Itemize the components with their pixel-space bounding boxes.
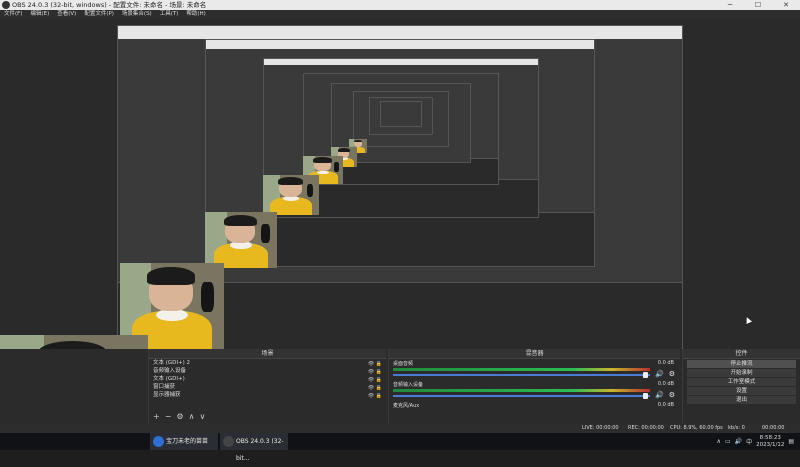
clock[interactable]: 8:58:23 2023/1/12 (756, 435, 784, 449)
mixer-panel-title: 混音器 (389, 349, 680, 359)
scenes-toolbar: + − ⚙ ∧ ∨ (153, 412, 205, 421)
controls-panel-title: 控件 (683, 349, 800, 359)
studio-mode-button[interactable]: 工作室模式 (687, 378, 796, 386)
list-item[interactable]: 文本 (GDI+) 👁 🔒 (149, 375, 386, 383)
exit-button[interactable]: 退出 (687, 396, 796, 404)
menu-file[interactable]: 文件(F) (4, 10, 22, 19)
window-title: OBS 24.0.3 (32-bit, windows) - 配置文件: 未命名… (12, 1, 207, 9)
tray-volume-icon[interactable]: 🔊 (735, 438, 742, 445)
dock-row: 场景 文本 (GDI+) 2 👁 🔒 音频输入设备 👁 🔒 文本 (GDI+) 👁 🔒… (0, 349, 800, 423)
menu-scene-collection[interactable]: 场景集合(S) (122, 10, 152, 19)
volume-slider[interactable] (393, 395, 650, 397)
taskbar-item-browser[interactable]: 宝刀未老的苗苗 (150, 433, 218, 450)
notification-icon[interactable]: ▤ (788, 438, 794, 445)
tray-arrow-icon[interactable]: ∧ (717, 438, 721, 445)
tray-battery-icon[interactable]: ▭ (725, 438, 731, 445)
obs-icon (223, 436, 234, 447)
stream-time: 00:00:00 (762, 425, 785, 431)
kbps: kb/s: 0 (728, 425, 745, 431)
menu-profile[interactable]: 配置文件(P) (84, 10, 114, 19)
maximize-icon[interactable]: ☐ (744, 0, 772, 10)
volume-meter (393, 389, 650, 392)
mixer-channel: 音频输入设备 0.0 dB 🔊 ⚙ (389, 380, 680, 401)
recursive-preview-8 (380, 101, 422, 127)
window-controls: ─ ☐ ✕ (716, 0, 800, 10)
mixer-panel: 混音器 桌面音频 0.0 dB 🔊 ⚙ 音频输入设备 0.0 dB 🔊 ⚙ 麦克… (388, 349, 680, 423)
obs-window: OBS 24.0.3 (32-bit, windows) - 配置文件: 未命名… (0, 0, 800, 462)
rec-time: REC: 00:00:00 (628, 425, 664, 431)
volume-meter (393, 368, 650, 371)
webcam-preview-small-2 (263, 175, 319, 215)
channel-name: 麦克风/Aux (393, 403, 420, 409)
cpu-fps: CPU: 8.9%, 60.00 fps (670, 425, 723, 431)
nested-title-bar (118, 26, 682, 40)
taskbar-item-obs[interactable]: OBS 24.0.3 (32-bit... (220, 433, 288, 462)
minimize-icon[interactable]: ─ (716, 0, 744, 10)
title-bar: OBS 24.0.3 (32-bit, windows) - 配置文件: 未命名… (0, 0, 800, 10)
list-item[interactable]: 文本 (GDI+) 2 👁 🔒 (149, 359, 386, 367)
app-icon (153, 436, 164, 447)
speaker-icon[interactable]: 🔊 (655, 391, 664, 399)
gear-icon[interactable]: ⚙ (176, 412, 183, 421)
channel-name: 桌面音频 (393, 361, 414, 367)
menu-bar: 文件(F) 编辑(E) 查看(V) 配置文件(P) 场景集合(S) 工具(T) … (0, 10, 800, 19)
menu-edit[interactable]: 编辑(E) (30, 10, 49, 19)
status-bar: LIVE: 00:00:00 REC: 00:00:00 CPU: 8.9%, … (0, 423, 800, 433)
move-up-icon[interactable]: ∧ (189, 412, 195, 421)
webcam-overlay[interactable] (0, 335, 148, 349)
controls-panel: 控件 停止推流 开始录制 工作室模式 设置 退出 (682, 349, 800, 423)
menu-tools[interactable]: 工具(T) (160, 10, 179, 19)
add-icon[interactable]: + (153, 412, 160, 421)
volume-slider-handle[interactable] (643, 393, 648, 399)
list-item[interactable]: 音频输入设备 👁 🔒 (149, 367, 386, 375)
menu-view[interactable]: 查看(V) (57, 10, 76, 19)
scenes-panel-title: 场景 (149, 349, 386, 359)
move-down-icon[interactable]: ∨ (199, 412, 205, 421)
mixer-channel: 桌面音频 0.0 dB 🔊 ⚙ (389, 359, 680, 380)
eye-lock-icon: 👁 🔒 (367, 393, 382, 399)
volume-slider-handle[interactable] (643, 372, 648, 378)
channel-db: 0.0 dB (657, 381, 674, 387)
tray-language[interactable]: 中 (746, 437, 752, 446)
channel-db: 0.0 dB (657, 360, 674, 366)
system-tray: ∧ ▭ 🔊 中 8:58:23 2023/1/12 ▤ (717, 433, 800, 450)
list-item[interactable]: 显示器捕获 👁 🔒 (149, 391, 386, 399)
webcam-preview-small-1 (205, 212, 277, 268)
clock-time: 8:58:23 (759, 434, 781, 441)
close-icon[interactable]: ✕ (772, 0, 800, 10)
nested-title-bar (206, 40, 594, 50)
gear-icon[interactable]: ⚙ (669, 391, 675, 399)
nested-title-bar (264, 59, 538, 66)
obs-app-icon (2, 1, 10, 9)
volume-slider[interactable] (393, 374, 650, 376)
mouse-cursor-icon (744, 316, 752, 324)
live-time: LIVE: 00:00:00 (582, 425, 619, 431)
channel-name: 音频输入设备 (393, 382, 424, 388)
start-recording-button[interactable]: 开始录制 (687, 369, 796, 377)
speaker-icon[interactable]: 🔊 (655, 370, 664, 378)
settings-button[interactable]: 设置 (687, 387, 796, 395)
list-item[interactable]: 窗口捕获 👁 🔒 (149, 383, 386, 391)
channel-db: 0.0 dB (657, 402, 674, 408)
stop-streaming-button[interactable]: 停止推流 (687, 360, 796, 368)
gear-icon[interactable]: ⚙ (669, 370, 675, 378)
remove-icon[interactable]: − (165, 412, 172, 421)
scenes-panel: 场景 文本 (GDI+) 2 👁 🔒 音频输入设备 👁 🔒 文本 (GDI+) 👁 🔒… (148, 349, 386, 423)
taskbar: 宝刀未老的苗苗 OBS 24.0.3 (32-bit... ∧ ▭ 🔊 中 8:… (0, 433, 800, 462)
menu-help[interactable]: 帮助(H) (186, 10, 205, 19)
mixer-channel: 麦克风/Aux 0.0 dB (389, 401, 680, 413)
preview-area[interactable] (0, 19, 800, 349)
clock-date: 2023/1/12 (756, 441, 785, 448)
